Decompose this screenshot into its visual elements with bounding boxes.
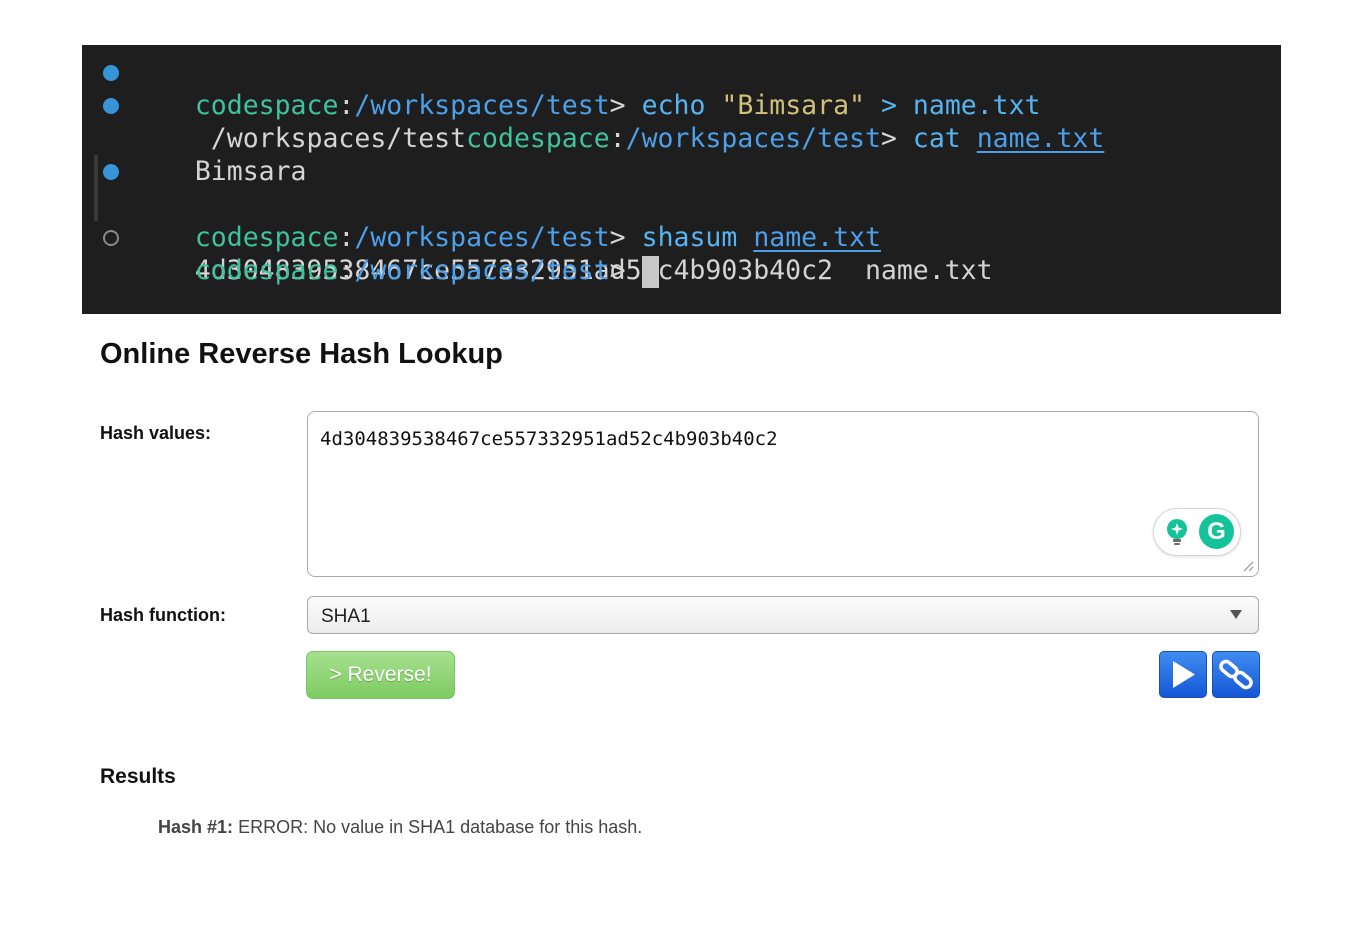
play-icon <box>1173 661 1195 688</box>
terminal-line-6: codespace:/workspaces/test> <box>82 221 1281 288</box>
run-button[interactable] <box>1159 651 1207 698</box>
terminal-line-5: 4d304839538467ce557332951ad52c4b903b40c2… <box>82 188 1281 286</box>
grammarly-widget[interactable]: G <box>1153 508 1241 556</box>
terminal-line-2: /workspaces/testcodespace:/workspaces/te… <box>82 89 1281 154</box>
hash-function-value: SHA1 <box>321 606 371 627</box>
chevron-down-icon <box>1230 610 1242 619</box>
terminal-line-3: Bimsara <box>82 122 1281 187</box>
lightbulb-icon[interactable] <box>1164 518 1190 546</box>
hash-values-label: Hash values: <box>100 423 212 443</box>
hash-output-filename: name.txt <box>864 255 993 286</box>
resize-handle-icon[interactable] <box>1242 560 1254 572</box>
prompt-symbol: > <box>609 255 626 286</box>
results-heading: Results <box>100 765 176 788</box>
hash-function-label: Hash function: <box>100 605 226 625</box>
reverse-button[interactable]: > Reverse! <box>306 651 455 699</box>
prompt-path: /workspaces/test <box>354 255 610 286</box>
command-decoration-bar <box>94 155 98 188</box>
command-decoration-bar <box>94 188 98 221</box>
hash-values-textarea[interactable]: 4d304839538467ce557332951ad52c4b903b40c2… <box>307 411 1259 577</box>
page-title: Online Reverse Hash Lookup <box>100 338 503 370</box>
command-pending-dot-icon <box>103 230 119 246</box>
result-item-label: Hash #1: <box>158 817 234 837</box>
terminal-line-1: codespace:/workspaces/test> echo "Bimsar… <box>82 56 1281 121</box>
hash-values-text: 4d304839538467ce557332951ad52c4b903b40c2 <box>320 428 778 450</box>
prompt-colon: : <box>338 255 355 286</box>
link-icon <box>1219 659 1253 690</box>
prompt-host: codespace <box>194 255 339 286</box>
result-item-text: ERROR: No value in SHA1 database for thi… <box>238 817 643 837</box>
command-success-dot-icon <box>103 98 119 114</box>
terminal-line-4: codespace:/workspaces/test> shasum name.… <box>82 155 1281 253</box>
command-success-dot-icon <box>103 164 119 180</box>
share-link-button[interactable] <box>1212 651 1260 698</box>
result-item: Hash #1: ERROR: No value in SHA1 databas… <box>158 817 642 838</box>
terminal-cursor <box>641 255 659 288</box>
terminal-panel[interactable]: codespace:/workspaces/test> echo "Bimsar… <box>82 45 1281 314</box>
grammarly-icon[interactable]: G <box>1199 514 1234 549</box>
command-success-dot-icon <box>103 65 119 81</box>
hash-function-select[interactable]: SHA1 <box>307 596 1259 634</box>
